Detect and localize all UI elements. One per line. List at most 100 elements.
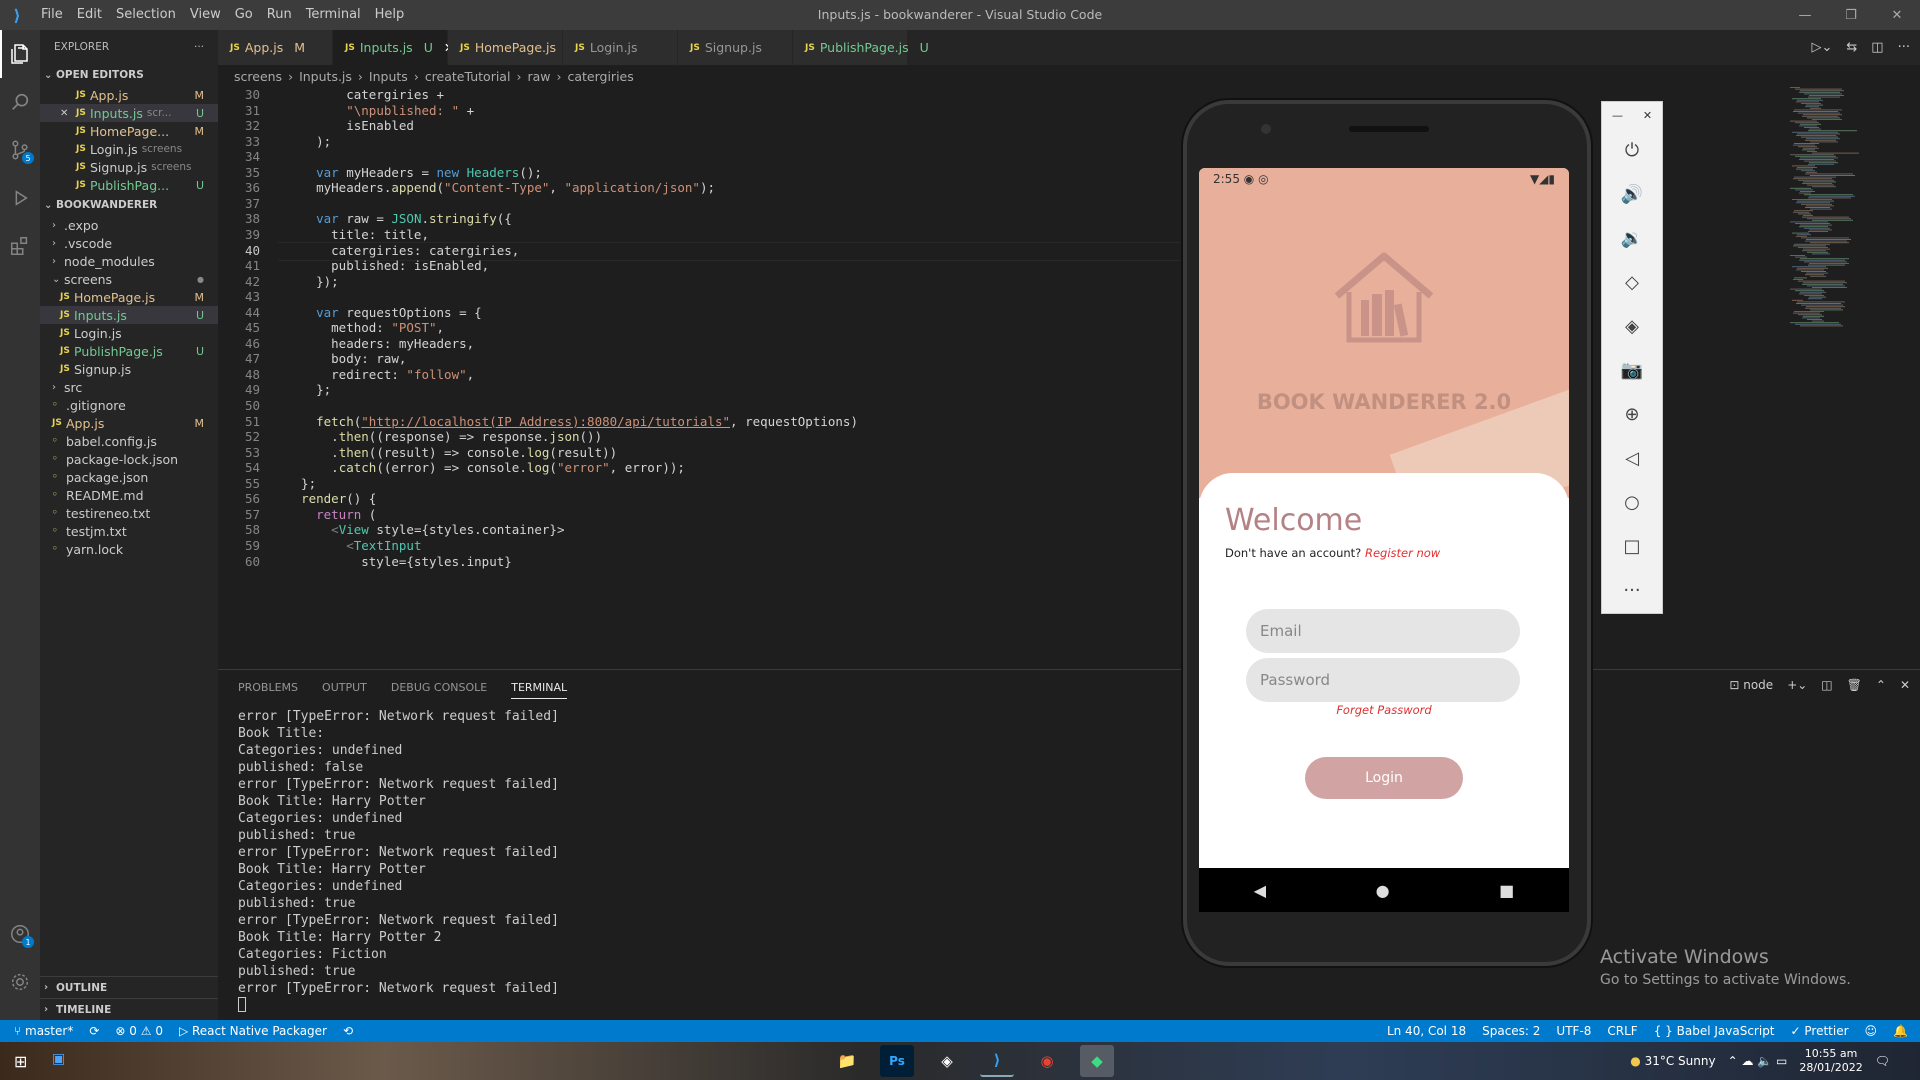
- outline-section[interactable]: › OUTLINE: [40, 976, 218, 998]
- breadcrumb-item[interactable]: Inputs: [369, 69, 408, 84]
- code-line[interactable]: published: isEnabled,: [286, 258, 489, 273]
- more-actions-icon[interactable]: ···: [194, 41, 204, 53]
- zoom-icon[interactable]: ⊕: [1602, 392, 1662, 436]
- code-line[interactable]: catergiries +: [286, 87, 444, 102]
- close-editor-icon[interactable]: ✕: [60, 108, 76, 119]
- open-editor-item[interactable]: JS PublishPag... U: [40, 176, 218, 194]
- tree-file[interactable]: JS HomePage.js M: [40, 288, 218, 306]
- menu-help[interactable]: Help: [368, 0, 412, 30]
- terminal-cursor[interactable]: [238, 997, 246, 1012]
- restore-icon[interactable]: ❐: [1828, 0, 1874, 30]
- tree-file[interactable]: JS Login.js: [40, 324, 218, 342]
- tree-file[interactable]: ◦ .gitignore: [40, 396, 218, 414]
- password-input[interactable]: Password: [1246, 658, 1520, 702]
- code-line[interactable]: headers: myHeaders,: [286, 336, 474, 351]
- code-line[interactable]: fetch("http://localhost(IP Address):8080…: [286, 414, 858, 429]
- back-icon[interactable]: ◀: [1254, 881, 1266, 900]
- weather-widget[interactable]: ● 31°C Sunny: [1630, 1054, 1715, 1068]
- panel-tab-output[interactable]: OUTPUT: [322, 681, 367, 694]
- terminal-output[interactable]: error [TypeError: Network request failed…: [238, 708, 559, 1012]
- android-studio-icon[interactable]: ◆: [1080, 1045, 1114, 1077]
- code-line[interactable]: };: [286, 476, 316, 491]
- editor-tab[interactable]: JSInputs.jsU✕: [333, 30, 454, 65]
- tree-folder[interactable]: ⌄ screens ●: [40, 270, 218, 288]
- action-center-icon[interactable]: 🗨: [1875, 1054, 1890, 1068]
- open-editor-item[interactable]: JS HomePage... M: [40, 122, 218, 140]
- code-line[interactable]: body: raw,: [286, 351, 406, 366]
- sync-icon[interactable]: ⟳: [89, 1024, 99, 1038]
- code-line[interactable]: <View style={styles.container}>: [286, 522, 564, 537]
- tree-file[interactable]: JS Inputs.js U: [40, 306, 218, 324]
- tray-icons[interactable]: ⌃ ☁ 🔈 ▭: [1728, 1054, 1788, 1068]
- overview-square-icon[interactable]: □: [1602, 524, 1662, 568]
- rotate-left-icon[interactable]: ◇: [1602, 260, 1662, 304]
- toolbar-minimize-icon[interactable]: —: [1612, 109, 1623, 122]
- code-line[interactable]: style={styles.input}: [286, 554, 512, 569]
- code-line[interactable]: method: "POST",: [286, 320, 444, 335]
- editor-tab[interactable]: JSHomePage.jsM: [448, 30, 578, 65]
- panel-tab-problems[interactable]: PROBLEMS: [238, 681, 298, 694]
- screenshot-camera-icon[interactable]: 📷: [1602, 348, 1662, 392]
- phone-screen[interactable]: 2:55 ◉ ◎ ▼◢▮ BOOK WANDERER 2.0 Welcome D…: [1199, 168, 1569, 868]
- code-line[interactable]: };: [286, 382, 331, 397]
- menu-run[interactable]: Run: [260, 0, 299, 30]
- code-line[interactable]: var requestOptions = {: [286, 305, 482, 320]
- line-ending[interactable]: CRLF: [1607, 1024, 1637, 1038]
- close-panel-icon[interactable]: ✕: [1900, 678, 1910, 692]
- tree-folder[interactable]: › .vscode: [40, 234, 218, 252]
- pinned-app-icon[interactable]: ▣: [52, 1051, 65, 1067]
- register-link[interactable]: Register now: [1365, 546, 1440, 560]
- vscode-taskbar-icon[interactable]: ⟩: [980, 1045, 1014, 1077]
- refresh-icon[interactable]: ⟲: [343, 1024, 353, 1038]
- tree-file[interactable]: JS App.js M: [40, 414, 218, 432]
- code-line[interactable]: render() {: [286, 491, 376, 506]
- file-explorer-icon[interactable]: 📁: [830, 1045, 864, 1077]
- power-icon[interactable]: ⏻: [1602, 128, 1662, 172]
- breadcrumb-item[interactable]: createTutorial: [425, 69, 511, 84]
- minimap[interactable]: [1790, 87, 1910, 387]
- rotate-right-icon[interactable]: ◈: [1602, 304, 1662, 348]
- tree-folder[interactable]: › src: [40, 378, 218, 396]
- code-line[interactable]: var myHeaders = new Headers();: [286, 165, 542, 180]
- clock[interactable]: 10:55 am 28/01/2022: [1799, 1047, 1862, 1075]
- search-icon[interactable]: [0, 78, 40, 126]
- editor-tab[interactable]: JS App.js M: [218, 30, 333, 65]
- timeline-section[interactable]: › TIMELINE: [40, 998, 218, 1020]
- minimize-icon[interactable]: —: [1782, 0, 1828, 30]
- code-line[interactable]: return (: [286, 507, 376, 522]
- menu-file[interactable]: File: [34, 0, 70, 30]
- encoding[interactable]: UTF-8: [1556, 1024, 1591, 1038]
- compare-changes-icon[interactable]: ⇆: [1846, 40, 1857, 55]
- account-icon[interactable]: 1: [0, 910, 40, 958]
- code-line[interactable]: );: [286, 134, 331, 149]
- back-triangle-icon[interactable]: ◁: [1602, 436, 1662, 480]
- extended-controls-icon[interactable]: ···: [1602, 568, 1662, 612]
- run-debug-icon[interactable]: [0, 174, 40, 222]
- new-terminal-icon[interactable]: +⌄: [1787, 678, 1807, 692]
- chrome-icon[interactable]: ◉: [1030, 1045, 1064, 1077]
- editor-tab[interactable]: JS Login.js: [563, 30, 678, 65]
- packager-status[interactable]: ▷ React Native Packager: [179, 1024, 327, 1038]
- code-line[interactable]: title: title,: [286, 227, 429, 242]
- breadcrumb-item[interactable]: Inputs.js: [299, 69, 352, 84]
- menu-selection[interactable]: Selection: [109, 0, 183, 30]
- tree-file[interactable]: ◦ testjm.txt: [40, 522, 218, 540]
- code-line[interactable]: "\npublished: " +: [286, 103, 474, 118]
- feedback-icon[interactable]: ☺: [1865, 1024, 1878, 1038]
- problems-count[interactable]: ⊗ 0 ⚠ 0: [115, 1024, 163, 1038]
- split-editor-icon[interactable]: ◫: [1871, 40, 1883, 55]
- tree-file[interactable]: ◦ package.json: [40, 468, 218, 486]
- windows-start-icon[interactable]: ⊞: [14, 1052, 27, 1071]
- editor-tab[interactable]: JS Signup.js: [678, 30, 793, 65]
- code-line[interactable]: .catch((error) => console.log("error", e…: [286, 460, 685, 475]
- tree-file[interactable]: ◦ testireneo.txt: [40, 504, 218, 522]
- open-editor-item[interactable]: JS Login.js screens: [40, 140, 218, 158]
- volume-up-icon[interactable]: 🔊: [1602, 172, 1662, 216]
- home-icon[interactable]: ●: [1376, 881, 1390, 900]
- cursor-position[interactable]: Ln 40, Col 18: [1387, 1024, 1466, 1038]
- terminal-shell-icon[interactable]: ⊡ node: [1729, 678, 1773, 692]
- notifications-icon[interactable]: 🔔: [1893, 1024, 1908, 1038]
- menu-terminal[interactable]: Terminal: [299, 0, 368, 30]
- split-terminal-icon[interactable]: ◫: [1821, 678, 1832, 692]
- open-editor-item[interactable]: JS Signup.js screens: [40, 158, 218, 176]
